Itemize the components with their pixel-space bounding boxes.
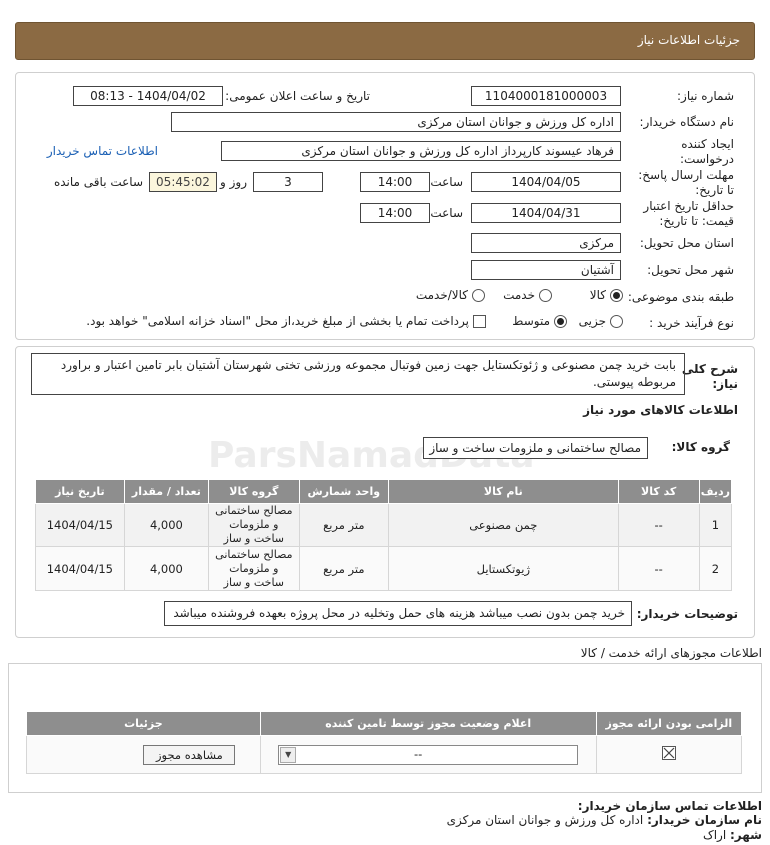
validity-label-2: قیمت: تا تاریخ: <box>659 214 734 228</box>
city-field: آشتیان <box>471 260 621 280</box>
province-label: استان محل تحویل: <box>639 236 734 250</box>
radio-icon[interactable] <box>472 289 485 302</box>
permit-required-cell <box>595 735 743 774</box>
category-option-goods-service[interactable]: کالا/خدمت <box>416 288 485 302</box>
days-label: روز و <box>220 175 247 189</box>
permit-details-cell: مشاهده مجوز <box>26 735 261 774</box>
contact-city-row: شهر: اراک <box>703 828 762 842</box>
item-need-date: 1404/04/15 <box>35 503 125 547</box>
item-name: ژیوتکستایل <box>388 546 619 591</box>
purchase-process-label: نوع فرآیند خرید : <box>649 316 734 330</box>
buyer-org-label: نام دستگاه خریدار: <box>639 115 735 129</box>
remaining-time: 05:45:02 <box>149 172 217 192</box>
table-row: -- ▼ مشاهده مجوز <box>26 735 743 774</box>
process-option-minor[interactable]: جزیی <box>579 314 623 328</box>
table-row: 1 -- چمن مصنوعی متر مربع مصالح ساختمانی … <box>35 503 733 547</box>
remaining-days: 3 <box>253 172 323 192</box>
reply-deadline-time-label: ساعت <box>430 175 463 189</box>
radio-icon[interactable] <box>610 289 623 302</box>
row-number: 1 <box>698 503 733 547</box>
row-number: 2 <box>698 546 733 591</box>
view-permit-button[interactable]: مشاهده مجوز <box>143 744 236 765</box>
reply-deadline-date: 1404/04/05 <box>471 172 621 192</box>
item-name: چمن مصنوعی <box>388 503 619 547</box>
col-permit-required: الزامی بودن ارائه مجوز <box>595 711 743 736</box>
contact-org-label: نام سازمان خریدار: <box>647 813 762 827</box>
goods-table-header: ردیف کد کالا نام کالا واحد شمارش گروه کا… <box>35 479 733 504</box>
table-row: 2 -- ژیوتکستایل متر مربع مصالح ساختمانی … <box>35 546 733 591</box>
requester-label-1: ایجاد کننده <box>681 137 734 151</box>
page-header: جزئیات اطلاعات نیاز <box>15 22 755 60</box>
contact-city-label: شهر: <box>730 828 762 842</box>
summary-label-1: شرح کلی <box>681 362 738 376</box>
col-need-date: تاریخ نیاز <box>35 479 125 504</box>
validity-time-label: ساعت <box>430 206 463 220</box>
item-unit: متر مربع <box>298 546 390 591</box>
reply-deadline-label-2: تا تاریخ: <box>695 183 734 197</box>
process-option-medium[interactable]: متوسط <box>512 314 567 328</box>
permit-status-value: -- <box>414 746 423 761</box>
validity-label-1: حداقل تاریخ اعتبار <box>643 199 734 213</box>
permit-status-select[interactable]: -- ▼ <box>278 744 579 765</box>
summary-text: بابت خرید چمن مصنوعی و ژئوتکستایل جهت زم… <box>31 353 685 395</box>
treasury-payment-option[interactable]: پرداخت تمام یا بخشی از مبلغ خرید،از محل … <box>86 314 486 328</box>
contact-title: اطلاعات تماس سازمان خریدار: <box>577 799 762 813</box>
buyer-contact-link[interactable]: اطلاعات تماس خریدار <box>47 144 158 158</box>
contact-org-value: اداره کل ورزش و جوانان استان مرکزی <box>446 813 644 827</box>
reply-deadline-label-1: مهلت ارسال پاسخ: <box>638 168 734 182</box>
item-quantity: 4,000 <box>123 546 210 591</box>
buyer-notes-label: توضیحات خریدار: <box>636 607 738 621</box>
radio-icon[interactable] <box>610 315 623 328</box>
checkbox-icon[interactable] <box>473 315 486 328</box>
reply-deadline-time: 14:00 <box>360 172 430 192</box>
col-permit-status: اعلام وضعیت مجوز توسط تامین کننده <box>259 711 597 736</box>
item-group: مصالح ساختمانی و ملزومات ساخت و ساز <box>208 503 300 547</box>
item-need-date: 1404/04/15 <box>35 546 125 591</box>
contact-city-value: اراک <box>702 828 727 842</box>
item-unit: متر مربع <box>298 503 390 547</box>
goods-group-label: گروه کالا: <box>671 440 730 454</box>
contact-org-row: نام سازمان خریدار: اداره کل ورزش و جوانا… <box>447 813 762 827</box>
validity-date: 1404/04/31 <box>471 203 621 223</box>
category-option-service[interactable]: خدمت <box>503 288 552 302</box>
permits-table: الزامی بودن ارائه مجوز اعلام وضعیت مجوز … <box>26 711 743 774</box>
col-item-name: نام کالا <box>388 479 619 504</box>
col-item-code: کد کالا <box>617 479 700 504</box>
item-code: -- <box>617 546 700 591</box>
col-item-group: گروه کالا <box>208 479 300 504</box>
item-quantity: 4,000 <box>123 503 210 547</box>
page-title: جزئیات اطلاعات نیاز <box>637 33 740 47</box>
permits-title: اطلاعات مجوزهای ارائه خدمت / کالا <box>580 646 762 660</box>
city-label: شهر محل تحویل: <box>647 263 734 277</box>
item-group: مصالح ساختمانی و ملزومات ساخت و ساز <box>208 546 300 591</box>
requester-label-2: درخواست: <box>680 152 734 166</box>
chevron-down-icon[interactable]: ▼ <box>280 746 297 763</box>
checkbox-crossed-icon[interactable] <box>661 746 676 760</box>
validity-time: 14:00 <box>360 203 430 223</box>
need-number-label: شماره نیاز: <box>677 89 734 103</box>
col-unit: واحد شمارش <box>298 479 390 504</box>
remaining-label: ساعت باقی مانده <box>53 175 143 189</box>
radio-icon[interactable] <box>539 289 552 302</box>
category-label: طبقه بندی موضوعی: <box>627 290 734 304</box>
goods-table: ردیف کد کالا نام کالا واحد شمارش گروه کا… <box>35 479 733 591</box>
buyer-notes-text: خرید چمن بدون نصب میباشد هزینه های حمل و… <box>164 601 632 626</box>
requester-field: فرهاد عیسوند کارپرداز اداره کل ورزش و جو… <box>221 141 621 161</box>
goods-info-title: اطلاعات کالاهای مورد نیاز <box>583 403 738 417</box>
permit-status-cell: -- ▼ <box>259 735 597 774</box>
goods-group-field: مصالح ساختمانی و ملزومات ساخت و ساز <box>423 437 648 459</box>
col-quantity: تعداد / مقدار <box>123 479 210 504</box>
announce-date-label: تاریخ و ساعت اعلان عمومی: <box>225 89 370 103</box>
buyer-org-field: اداره کل ورزش و جوانان استان مرکزی <box>171 112 621 132</box>
item-code: -- <box>617 503 700 547</box>
need-number-field: 1104000181000003 <box>471 86 621 106</box>
announce-date-field: 1404/04/02 - 08:13 <box>73 86 223 106</box>
province-field: مرکزی <box>471 233 621 253</box>
col-row-number: ردیف <box>698 479 733 504</box>
category-option-goods[interactable]: کالا <box>590 288 623 302</box>
summary-label-2: نیاز: <box>712 377 738 391</box>
permits-table-header: الزامی بودن ارائه مجوز اعلام وضعیت مجوز … <box>26 711 743 736</box>
radio-icon[interactable] <box>554 315 567 328</box>
col-permit-details: جزئیات <box>26 711 261 736</box>
